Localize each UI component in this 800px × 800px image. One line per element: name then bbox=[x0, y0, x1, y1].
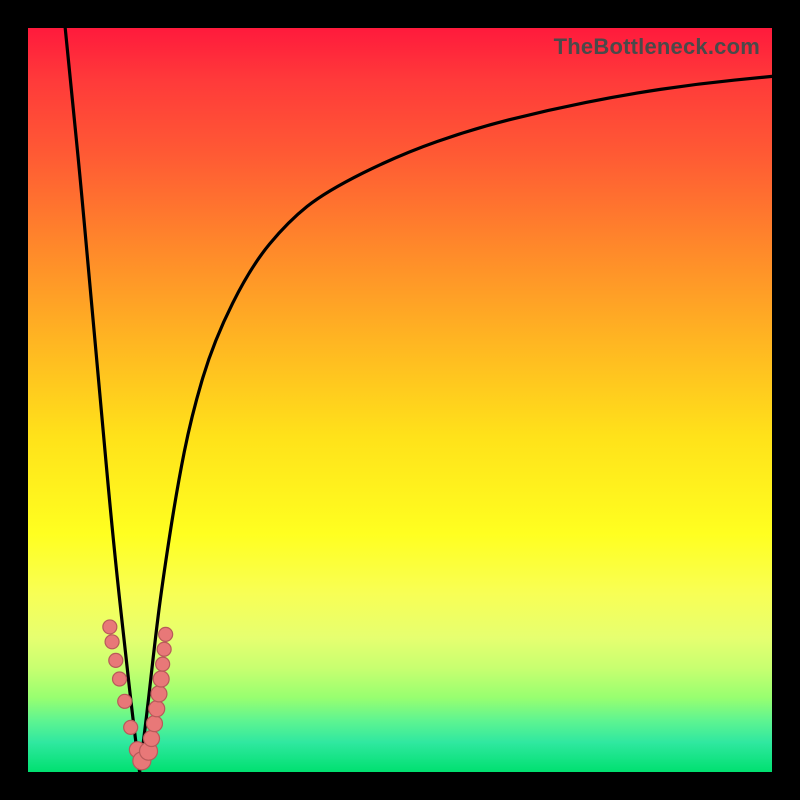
plot-area: TheBottleneck.com bbox=[28, 28, 772, 772]
curve-left bbox=[65, 28, 139, 772]
marker-dot bbox=[105, 635, 119, 649]
marker-dot bbox=[153, 671, 169, 687]
marker-dot bbox=[159, 627, 173, 641]
marker-dot bbox=[146, 716, 162, 732]
marker-dot bbox=[113, 672, 127, 686]
marker-dot bbox=[156, 657, 170, 671]
curve-layer bbox=[28, 28, 772, 772]
marker-dots bbox=[103, 620, 173, 770]
marker-dot bbox=[124, 720, 138, 734]
marker-dot bbox=[118, 694, 132, 708]
marker-dot bbox=[144, 731, 160, 747]
marker-dot bbox=[149, 701, 165, 717]
marker-dot bbox=[109, 653, 123, 667]
marker-dot bbox=[103, 620, 117, 634]
marker-dot bbox=[151, 686, 167, 702]
curve-right bbox=[140, 76, 772, 772]
marker-dot bbox=[157, 642, 171, 656]
chart-frame: TheBottleneck.com bbox=[0, 0, 800, 800]
